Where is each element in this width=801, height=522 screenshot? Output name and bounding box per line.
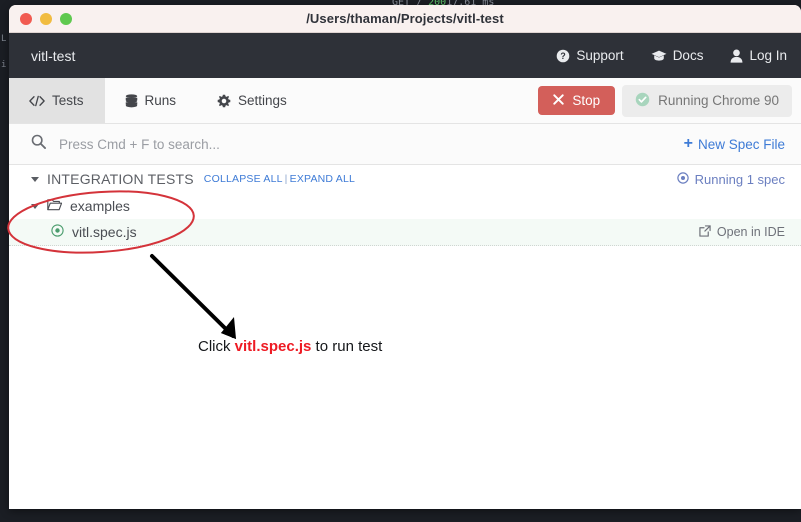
spec-file-tree: examples vitl.spec.js Open in IDE [9,193,801,246]
background-terminal-left: Li [0,0,9,522]
specs-section-title: INTEGRATION TESTS [47,171,194,187]
search-wrapper [31,134,684,154]
window-title: /Users/thaman/Projects/vitl-test [306,11,504,26]
new-spec-file-button[interactable]: + New Spec File [684,136,785,152]
spec-file-name: vitl.spec.js [72,224,137,240]
app-window: /Users/thaman/Projects/vitl-test vitl-te… [9,5,801,509]
app-header: vitl-test ? Support Docs Log In [9,33,801,78]
docs-link[interactable]: Docs [651,48,704,63]
expand-all-link[interactable]: EXPAND ALL [290,173,355,185]
running-spec-label: Running 1 spec [694,171,785,187]
running-spec-status: Running 1 spec [676,171,785,187]
check-circle-icon [635,92,650,110]
login-link[interactable]: Log In [730,48,787,63]
search-icon [31,134,46,154]
tab-runs[interactable]: Runs [105,78,198,123]
header-links: ? Support Docs Log In [556,48,787,63]
svg-text:?: ? [561,51,566,61]
database-icon [125,93,138,108]
tab-runs-label: Runs [144,93,177,108]
search-input[interactable] [57,135,421,153]
support-link[interactable]: ? Support [556,48,624,63]
docs-label: Docs [672,48,704,63]
links-separator: | [284,173,288,185]
stop-label: Stop [572,93,601,108]
folder-name: examples [70,198,130,214]
stop-button[interactable]: Stop [538,86,616,115]
browser-status-button[interactable]: Running Chrome 90 [622,84,792,117]
specs-section-header: INTEGRATION TESTS COLLAPSE ALL | EXPAND AL… [9,165,801,193]
open-in-ide-button[interactable]: Open in IDE [699,224,785,240]
plus-icon: + [683,135,693,152]
titlebar: /Users/thaman/Projects/vitl-test [9,5,801,33]
circle-dot-icon [51,224,64,240]
tabbar: Tests Runs Settings Stop Running Chrome … [9,78,801,124]
external-link-icon [699,224,711,240]
help-circle-icon: ? [556,49,570,63]
browser-status-label: Running Chrome 90 [658,93,779,108]
tree-row-spec-vitl[interactable]: vitl.spec.js Open in IDE [9,219,801,246]
chevron-down-icon[interactable] [31,176,39,182]
tabbar-actions: Stop Running Chrome 90 [538,78,801,123]
project-name: vitl-test [31,47,76,64]
code-icon [29,95,45,107]
open-in-ide-label: Open in IDE [716,225,785,239]
user-icon [730,49,743,63]
screen: GET / 20017.61 ms Li /Users/thaman/Proje… [0,0,801,522]
search-row: + New Spec File [9,124,801,165]
specs-section-links: COLLAPSE ALL | EXPAND ALL [204,173,355,185]
tab-settings[interactable]: Settings [197,78,308,123]
graduation-cap-icon [651,49,667,63]
chevron-down-icon[interactable] [31,203,39,209]
support-label: Support [576,48,624,63]
new-spec-file-label: New Spec File [697,136,785,152]
tab-settings-label: Settings [238,93,287,108]
folder-open-icon [47,198,63,214]
tree-row-folder-examples[interactable]: examples [9,193,801,219]
login-label: Log In [749,48,787,63]
tab-tests-label: Tests [52,93,84,108]
tab-tests[interactable]: Tests [9,78,105,123]
circle-dot-icon [676,171,689,187]
close-x-icon [553,93,565,108]
gear-icon [217,94,231,108]
collapse-all-link[interactable]: COLLAPSE ALL [204,173,283,185]
